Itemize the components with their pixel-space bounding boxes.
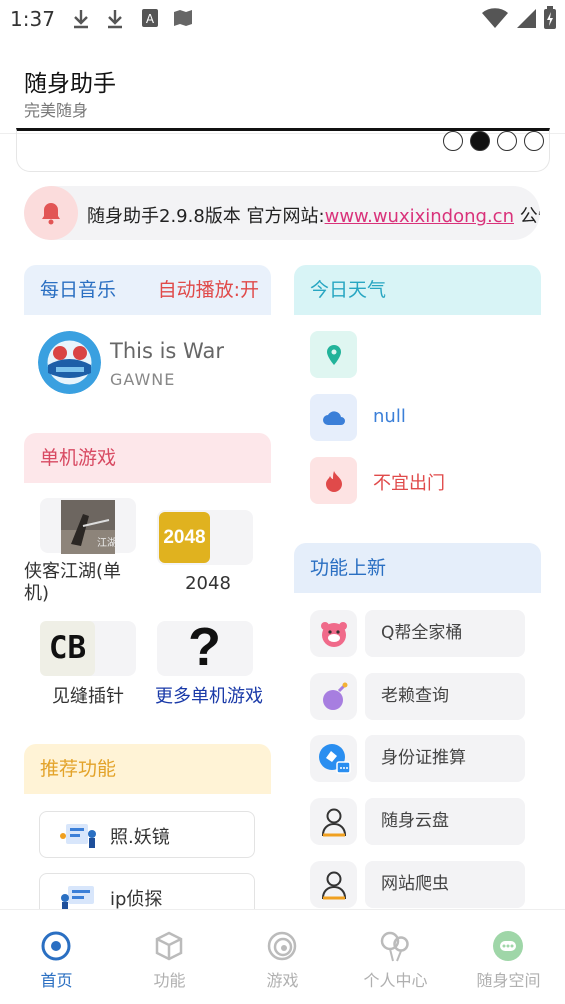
weather-header: 今日天气 <box>294 265 541 315</box>
id-card-chat-icon <box>310 735 357 782</box>
nav-profile-label: 个人中心 <box>363 971 428 990</box>
home-target-icon <box>41 931 71 961</box>
nav-space-label: 随身空间 <box>476 971 541 990</box>
feature-defaulter-search[interactable]: 老赖查询 <box>365 673 525 720</box>
daily-music-title: 每日音乐 <box>40 279 117 301</box>
game-label-xiake[interactable]: 侠客江湖(单机) <box>24 561 136 605</box>
signal-icon <box>517 9 536 28</box>
svg-text:江湖: 江湖 <box>97 537 115 549</box>
map-icon <box>174 10 192 26</box>
recommend-mirror-label: 照.妖镜 <box>110 827 170 848</box>
game-label-cb[interactable]: 见缝插针 <box>40 682 136 708</box>
weather-advice: 不宜出门 <box>373 473 445 494</box>
song-artist: GAWNE <box>110 370 176 389</box>
status-bar: 1:37 A <box>0 0 565 40</box>
nav-profile[interactable]: 个人中心 <box>339 910 452 1004</box>
status-time: 1:37 <box>10 7 55 31</box>
user-icon <box>310 861 357 908</box>
more-games-link[interactable]: 更多单机游戏 <box>150 682 268 708</box>
download-icon <box>74 10 88 29</box>
new-features-header: 功能上新 <box>294 543 541 593</box>
feature-web-crawler[interactable]: 网站爬虫 <box>365 861 525 908</box>
game-card-cb[interactable]: CB <box>40 621 136 676</box>
feature-q-bundle[interactable]: Q帮全家桶 <box>365 610 525 657</box>
carousel-dot[interactable] <box>524 131 544 151</box>
recommended-header: 推荐功能 <box>24 744 271 794</box>
2048-game-icon: 2048 <box>159 512 210 563</box>
spiral-icon <box>267 931 297 961</box>
carousel-dot[interactable] <box>443 131 463 151</box>
fire-icon <box>310 457 357 504</box>
app-title: 随身助手 <box>24 71 116 97</box>
bell-icon <box>24 186 78 240</box>
feature-cloud-disk[interactable]: 随身云盘 <box>365 798 525 845</box>
font-a-icon: A <box>142 9 158 27</box>
game-card-2048[interactable]: 2048 <box>157 510 253 565</box>
location-pin-icon <box>310 331 357 378</box>
carousel-dot-active[interactable] <box>470 131 490 151</box>
game-card-more[interactable]: ? <box>157 617 253 677</box>
ip-detective-illustration-icon <box>61 886 94 911</box>
mirror-illustration-icon <box>60 824 96 848</box>
nav-home[interactable]: 首页 <box>0 910 113 1004</box>
question-mark-icon: ? <box>188 617 221 677</box>
notice-bar[interactable]: 随身助手2.9.8版本 官方网站:www.wuxixindong.cn 公告 <box>24 186 540 240</box>
nav-functions[interactable]: 功能 <box>113 910 226 1004</box>
banner-carousel[interactable] <box>16 128 550 172</box>
game-card-xiake[interactable]: 江湖 <box>40 498 136 554</box>
game-label-2048[interactable]: 2048 <box>157 573 259 594</box>
download-icon <box>108 10 122 29</box>
daily-music-header: 每日音乐 自动播放:开 <box>24 265 271 315</box>
song-title[interactable]: This is War <box>110 339 224 363</box>
album-cover[interactable] <box>38 331 101 394</box>
cloud-icon <box>310 394 357 441</box>
nav-functions-label: 功能 <box>153 971 186 990</box>
recommend-mirror[interactable]: 照.妖镜 <box>39 811 255 858</box>
autoplay-toggle[interactable]: 自动播放:开 <box>158 265 259 315</box>
svg-text:A: A <box>146 12 155 26</box>
purple-bomb-icon <box>310 673 357 720</box>
nav-games[interactable]: 游戏 <box>226 910 339 1004</box>
nav-space[interactable]: 随身空间 <box>452 910 565 1004</box>
cube-icon <box>155 931 183 961</box>
bottom-navigation: 首页 功能 游戏 个人中心 随身空间 <box>0 909 565 1004</box>
website-link[interactable]: www.wuxixindong.cn <box>325 206 514 227</box>
xiake-jianghu-game-icon: 江湖 <box>61 500 115 554</box>
feature-id-calc[interactable]: 身份证推算 <box>365 735 525 782</box>
user-icon <box>310 798 357 845</box>
notice-text: 随身助手2.9.8版本 官方网站:www.wuxixindong.cn 公告 <box>87 206 540 227</box>
wifi-icon <box>482 8 508 28</box>
chat-bubble-icon <box>493 931 523 961</box>
app-subtitle: 完美随身 <box>24 101 89 120</box>
recommend-ip-label: ip侦探 <box>110 889 163 910</box>
nav-games-label: 游戏 <box>266 971 299 990</box>
battery-icon <box>544 6 556 29</box>
weather-condition: null <box>373 406 406 427</box>
cb-game-icon: CB <box>40 621 95 676</box>
offline-games-header: 单机游戏 <box>24 433 271 483</box>
balloons-icon <box>380 931 409 962</box>
nav-home-label: 首页 <box>40 971 73 990</box>
pink-bear-icon <box>310 610 357 657</box>
carousel-dot[interactable] <box>497 131 517 151</box>
